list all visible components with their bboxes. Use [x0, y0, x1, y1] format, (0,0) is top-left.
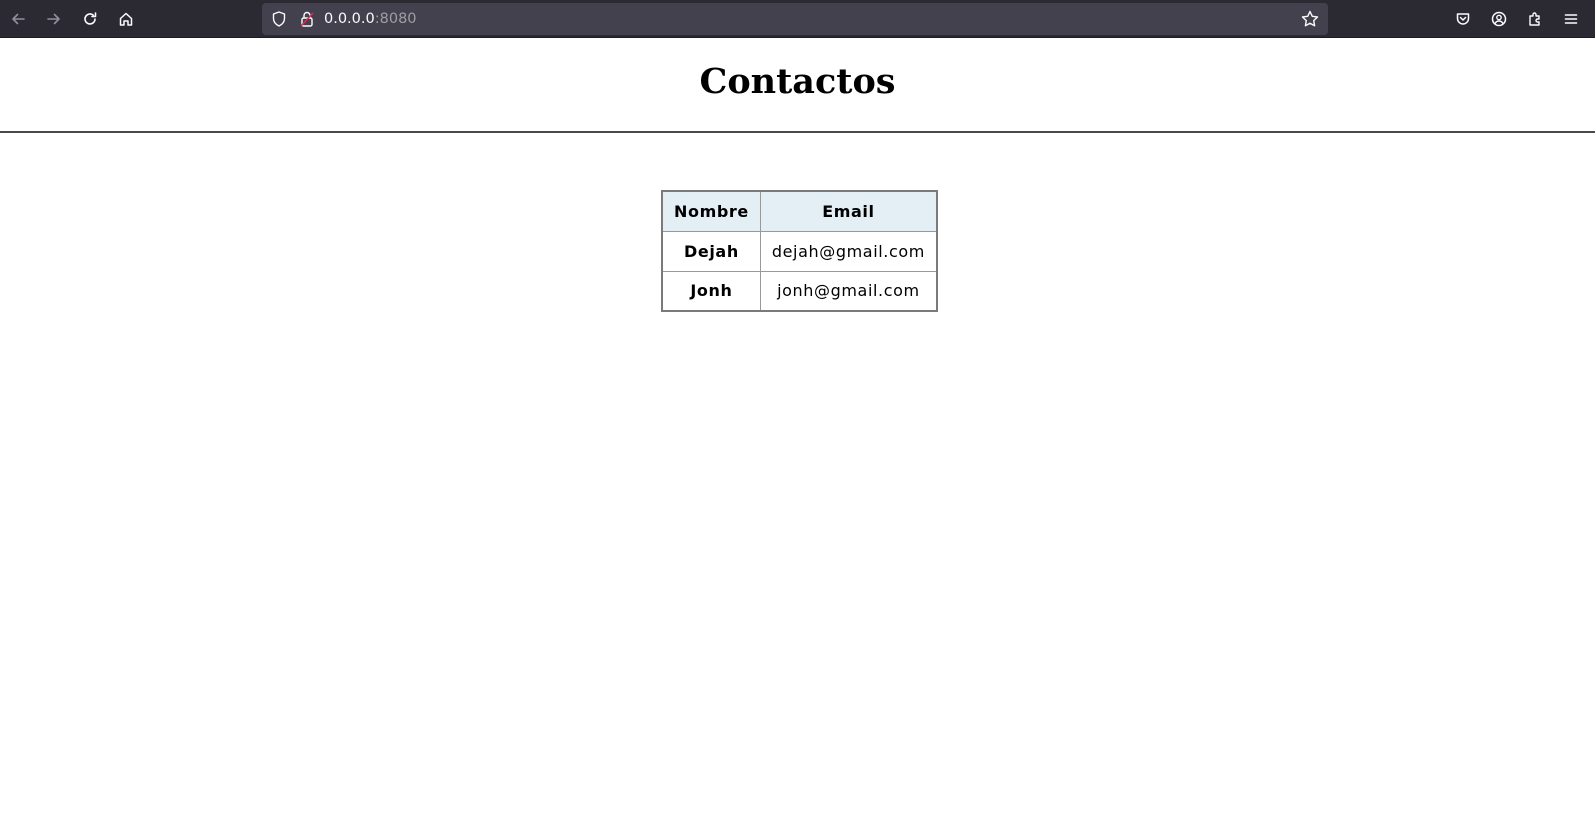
reload-button[interactable] [76, 5, 104, 33]
table-header-row: Nombre Email [661, 190, 938, 232]
extensions-icon [1529, 12, 1540, 26]
column-header-email: Email [759, 190, 938, 232]
page-title: Contactos [699, 61, 896, 102]
extensions-button[interactable] [1521, 5, 1549, 33]
contact-name-cell: Jonh [661, 270, 761, 312]
page-header: Contactos [0, 38, 1595, 133]
url-port: :8080 [374, 11, 417, 27]
forward-arrow-icon [47, 13, 60, 25]
shield-icon[interactable] [270, 10, 288, 28]
menu-icon [1564, 14, 1578, 24]
home-icon [119, 12, 133, 26]
table-row: Jonh jonh@gmail.com [661, 270, 938, 312]
bookmark-star-icon[interactable] [1300, 9, 1320, 29]
account-button[interactable] [1485, 5, 1513, 33]
url-host: 0.0.0.0 [324, 11, 375, 27]
browser-toolbar: 0.0.0.0:8080 [0, 0, 1595, 38]
table-row: Dejah dejah@gmail.com [661, 230, 938, 272]
contact-name-cell: Dejah [661, 230, 761, 272]
account-icon [1491, 11, 1507, 27]
contact-email-cell: dejah@gmail.com [759, 230, 938, 272]
reload-icon [84, 12, 97, 25]
url-bar[interactable]: 0.0.0.0:8080 [262, 3, 1328, 35]
home-button[interactable] [112, 5, 140, 33]
back-button[interactable] [4, 5, 32, 33]
back-arrow-icon [12, 13, 25, 25]
column-header-nombre: Nombre [661, 190, 761, 232]
url-text[interactable]: 0.0.0.0:8080 [324, 3, 417, 35]
contacts-table: Nombre Email Dejah dejah@gmail.com Jonh … [661, 190, 938, 312]
pocket-button[interactable] [1449, 5, 1477, 33]
pocket-icon [1456, 13, 1470, 25]
forward-button[interactable] [40, 5, 68, 33]
insecure-lock-icon[interactable] [298, 10, 316, 28]
contact-email-cell: jonh@gmail.com [759, 270, 938, 312]
menu-button[interactable] [1557, 5, 1585, 33]
